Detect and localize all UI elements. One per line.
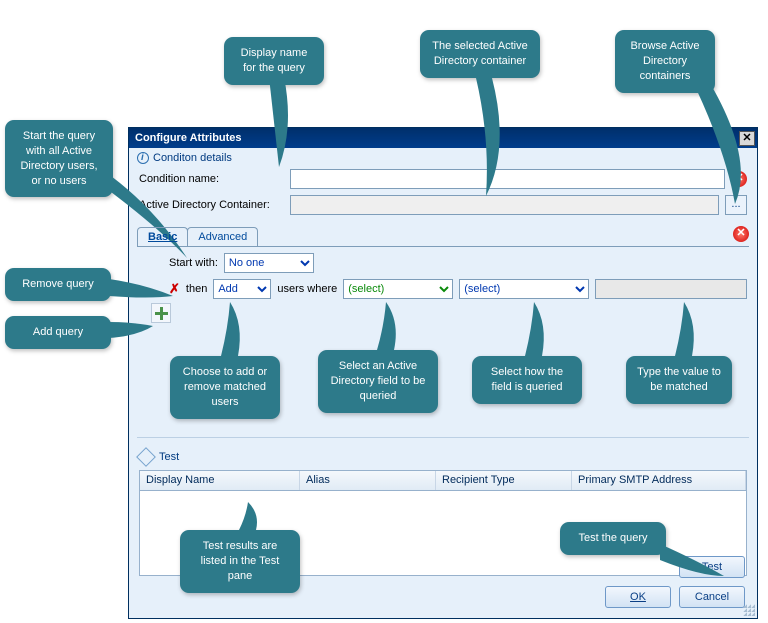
col-alias[interactable]: Alias [300,471,436,490]
callout-results: Test results are listed in the Test pane [180,530,300,593]
callout-value: Type the value to be matched [626,356,732,404]
test-label: Test [159,451,179,463]
condition-name-input[interactable] [290,169,725,189]
col-display-name[interactable]: Display Name [140,471,300,490]
operator-select[interactable]: (select) [459,279,589,299]
callout-display-name: Display name for the query [224,37,324,85]
condition-name-row: Condition name: ✕ [129,166,757,192]
test-icon [136,447,156,467]
callout-ad-container: The selected Active Directory container [420,30,540,78]
info-icon [137,152,149,164]
col-recipient-type[interactable]: Recipient Type [436,471,572,490]
tab-basic[interactable]: Basic [137,227,188,246]
condition-details-label: Conditon details [153,152,232,164]
field-select[interactable]: (select) [343,279,453,299]
tab-advanced[interactable]: Advanced [187,227,258,246]
then-label: then [186,283,207,295]
cancel-button[interactable]: Cancel [679,586,745,608]
start-with-select[interactable]: No one [224,253,314,273]
ok-button[interactable]: OK [605,586,671,608]
ad-container-input [290,195,719,215]
callout-choose: Choose to add or remove matched users [170,356,280,419]
users-where-label: users where [277,283,337,295]
ad-container-row: Active Directory Container: ... [129,192,757,218]
titlebar: Configure Attributes ✕ [129,128,757,148]
callout-browse: Browse Active Directory containers [615,30,715,93]
dialog-title: Configure Attributes [135,132,242,144]
tabs: Basic Advanced ✕ [137,224,749,246]
grid-header-row: Display Name Alias Recipient Type Primar… [140,471,746,491]
callout-start-with: Start the query with all Active Director… [5,120,113,197]
col-smtp[interactable]: Primary SMTP Address [572,471,746,490]
callout-op: Select how the field is queried [472,356,582,404]
callout-add: Add query [5,316,111,349]
callout-field: Select an Active Directory field to be q… [318,350,438,413]
condition-details-header: Conditon details [129,148,757,166]
callout-remove: Remove query [5,268,111,301]
value-input[interactable] [595,279,747,299]
resize-grip[interactable] [743,604,755,616]
action-select[interactable]: Add [213,279,271,299]
callout-testq: Test the query [560,522,666,555]
test-section-header: Test [129,448,757,466]
tabs-error-icon: ✕ [733,226,749,242]
